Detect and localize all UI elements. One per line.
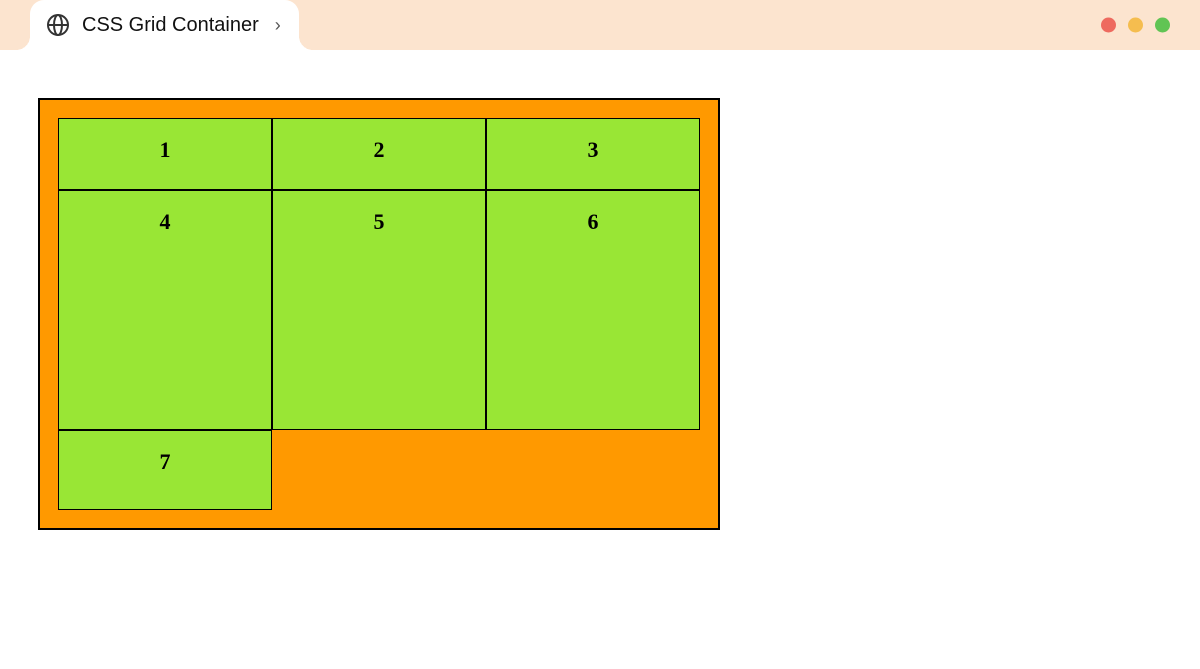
minimize-icon[interactable]	[1128, 18, 1143, 33]
globe-icon	[46, 13, 70, 37]
grid-cell-7: 7	[58, 430, 272, 510]
grid-cell-4: 4	[58, 190, 272, 430]
grid-cell-3: 3	[486, 118, 700, 190]
browser-tab[interactable]: CSS Grid Container ›	[30, 0, 299, 50]
grid-cell-5: 5	[272, 190, 486, 430]
chevron-right-icon: ›	[275, 15, 281, 36]
grid-cell-1: 1	[58, 118, 272, 190]
page-content: 1 2 3 4 5 6 7	[0, 50, 1200, 530]
tab-title: CSS Grid Container	[82, 14, 259, 37]
window-controls	[1101, 18, 1170, 33]
maximize-icon[interactable]	[1155, 18, 1170, 33]
grid-cell-6: 6	[486, 190, 700, 430]
window: CSS Grid Container › 1 2 3 4 5 6 7	[0, 0, 1200, 669]
close-icon[interactable]	[1101, 18, 1116, 33]
titlebar: CSS Grid Container ›	[0, 0, 1200, 50]
grid-container: 1 2 3 4 5 6 7	[38, 98, 720, 530]
grid-cell-2: 2	[272, 118, 486, 190]
